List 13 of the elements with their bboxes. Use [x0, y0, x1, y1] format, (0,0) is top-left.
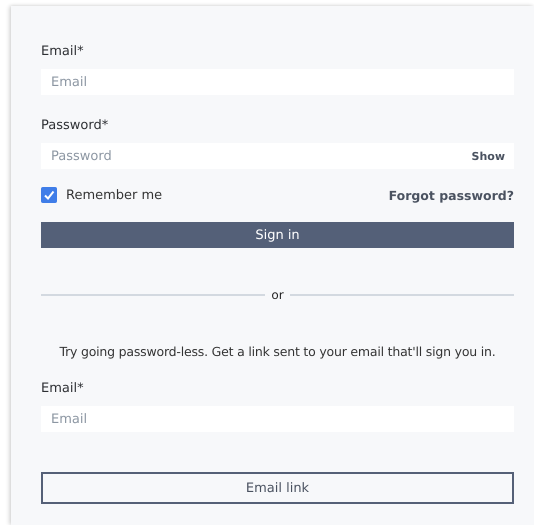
divider-text: or	[271, 288, 284, 302]
checkbox[interactable]	[41, 187, 57, 203]
passwordless-message: Try going password-less. Get a link sent to your email that'll sign you in.	[58, 344, 497, 359]
checkbox-label: Remember me	[66, 188, 162, 202]
email-field[interactable]: Email	[41, 406, 514, 432]
forgot-password-link[interactable]: Forgot password?	[388, 188, 514, 202]
field-label: Email*	[41, 380, 85, 398]
sign-in-button[interactable]: Sign in	[41, 222, 514, 248]
email-field[interactable]: Email	[41, 69, 514, 95]
email-link-button[interactable]: Email link	[41, 472, 514, 504]
field-label: Password*	[41, 117, 110, 135]
field-label: Email*	[41, 43, 85, 61]
show-password-button[interactable]: Show	[472, 150, 505, 163]
